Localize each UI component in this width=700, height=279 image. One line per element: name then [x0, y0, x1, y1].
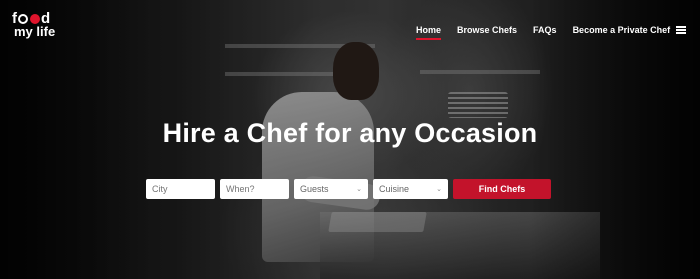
logo-o-dot — [30, 13, 40, 24]
chevron-down-icon: ⌄ — [436, 186, 442, 193]
nav-faqs[interactable]: FAQs — [533, 25, 557, 35]
hero-section: f d my life Home Browse Chefs FAQs Becom… — [0, 0, 700, 279]
cuisine-select[interactable]: Cuisine ⌄ — [373, 179, 448, 199]
hero-title: Hire a Chef for any Occasion — [162, 118, 538, 148]
nav-become-private-chef[interactable]: Become a Private Chef — [573, 25, 671, 35]
guests-select[interactable]: Guests ⌄ — [294, 179, 368, 199]
find-chefs-button[interactable]: Find Chefs — [453, 179, 551, 199]
guests-select-value: Guests — [300, 184, 329, 194]
main-nav: Home Browse Chefs FAQs Become a Private … — [416, 25, 686, 40]
logo-row-2: my life — [14, 24, 56, 39]
logo-o-ring — [18, 13, 28, 24]
chevron-down-icon: ⌄ — [356, 186, 362, 193]
hamburger-menu-icon[interactable] — [676, 26, 686, 34]
chef-search-form: Guests ⌄ Cuisine ⌄ Find Chefs — [146, 179, 551, 199]
nav-browse-chefs[interactable]: Browse Chefs — [457, 25, 517, 35]
city-input[interactable] — [146, 179, 215, 199]
nav-home[interactable]: Home — [416, 25, 442, 40]
when-input[interactable] — [220, 179, 289, 199]
cuisine-select-value: Cuisine — [379, 184, 410, 194]
site-logo[interactable]: f d my life — [12, 11, 56, 39]
